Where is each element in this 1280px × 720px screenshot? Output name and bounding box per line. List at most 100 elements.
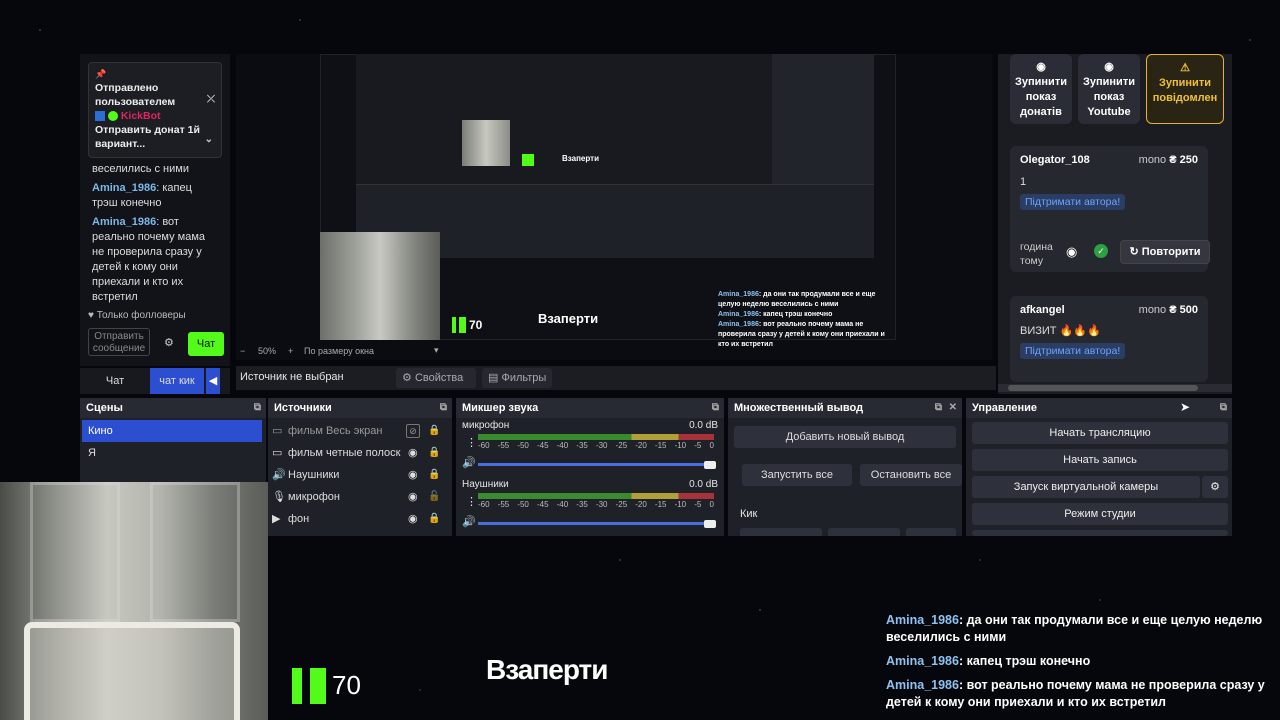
lock-icon[interactable]: 🔒 (428, 442, 440, 464)
channel-db: 0.0 dB (689, 420, 718, 431)
donation-card: Olegator_108 mono ₴ 250 1 Підтримати авт… (1010, 146, 1210, 272)
overlay-chat-message: Amina_1986: да они так продумали все и е… (886, 613, 1263, 644)
zoom-out-icon[interactable]: − (240, 346, 245, 356)
pin-icon: 📌 (95, 69, 107, 79)
donations-panel: ◉ Зупинити показ донатів ◉ Зупинити пока… (998, 54, 1232, 394)
eye-icon[interactable]: ◉ (408, 508, 418, 530)
speaker-icon[interactable]: 🔊 (462, 456, 476, 469)
multiple-output-dock: Множественный вывод ⧉ ✕ Добавить новый в… (728, 398, 962, 536)
sources-dock: Источники ⧉ ▭ фильм Весь экран ⊘ 🔒 ▭ фильм … (268, 398, 452, 536)
eye-icon[interactable]: ◉ (408, 486, 418, 508)
audio-mixer-dock: Микшер звука ⧉ микрофон 0.0 dB ⋮ -60 -55 -5… (456, 398, 724, 536)
preview-kick-count: 70 (469, 318, 483, 332)
kebab-menu-icon[interactable]: ⋮ (466, 436, 477, 449)
zoom-in-icon[interactable]: + (288, 346, 293, 356)
slider-handle[interactable] (704, 461, 716, 469)
speaker-icon[interactable]: 🔊 (462, 515, 476, 528)
start-all-button[interactable]: Запустить все (742, 464, 852, 486)
volume-slider[interactable] (478, 463, 714, 466)
unpin-icon[interactable]: ⤫ (207, 93, 215, 107)
close-icon[interactable]: ✕ (949, 398, 957, 418)
popout-icon[interactable]: ⧉ (254, 398, 261, 418)
chat-input[interactable]: Отправить сообщение (88, 328, 150, 356)
horizontal-scrollbar[interactable] (998, 384, 1232, 392)
pinned-message[interactable]: 📌 Отправлено пользователем KickBot Отпра… (88, 62, 222, 158)
output-start-button[interactable] (740, 528, 822, 536)
volume-slider[interactable] (478, 522, 714, 525)
gear-icon[interactable]: ⚙ (1202, 476, 1228, 498)
eye-icon[interactable]: ◉ (408, 442, 418, 464)
start-record-button[interactable]: Начать запись (972, 449, 1228, 471)
mixer-title: Микшер звука ⧉ (456, 398, 724, 418)
settings-button[interactable] (972, 530, 1228, 536)
lock-icon[interactable]: 🔒 (428, 420, 440, 442)
webcam-feed (0, 482, 268, 720)
studio-mode-button[interactable]: Режим студии (972, 503, 1228, 525)
popout-icon[interactable]: ⧉ (712, 398, 719, 418)
caret-down-icon[interactable]: ▾ (434, 345, 439, 356)
donation-amount: mono ₴ 500 (1138, 304, 1198, 316)
stop-circle-icon: ◉ (1036, 61, 1046, 73)
tab-chat[interactable]: Чат (80, 368, 150, 394)
play-icon: ▶ (272, 513, 281, 525)
source-item[interactable]: ▭ фильм Весь экран ⊘ 🔒 (272, 420, 448, 442)
pinned-text: Отправить донат 1й вариант... (95, 124, 200, 150)
source-item[interactable]: ▭ фильм четные полоск ◉ 🔒 (272, 442, 448, 464)
no-source-label: Источник не выбран (240, 371, 344, 383)
kick-logo-icon (452, 317, 466, 333)
support-author-link[interactable]: Підтримати автора! (1020, 194, 1126, 210)
monitor-icon: ▭ (272, 425, 283, 437)
filters-button[interactable]: ▤ Фильтры (482, 368, 552, 388)
popout-icon[interactable]: ⧉ (935, 398, 942, 418)
stop-notifications-button[interactable]: ⚠ Зупинити повідомлен (1146, 54, 1224, 124)
controls-title: Управление ⧉ (966, 398, 1232, 418)
volume-meter (478, 434, 714, 440)
slider-handle[interactable] (704, 520, 716, 528)
eye-icon[interactable]: ◉ (1066, 244, 1077, 260)
stop-donations-button[interactable]: ◉ Зупинити показ донатів (1010, 54, 1072, 124)
channel-name: Наушники (462, 479, 509, 490)
zoom-fit-select[interactable]: По размеру окна (304, 346, 374, 356)
virtual-camera-button[interactable]: Запуск виртуальной камеры (972, 476, 1200, 498)
stop-all-button[interactable]: Остановить все (860, 464, 962, 486)
verified-icon (107, 111, 118, 122)
lock-icon[interactable]: 🔒 (428, 508, 440, 530)
source-item[interactable]: 🎙 микрофон ◉ 🔓 (272, 486, 448, 508)
add-output-button[interactable]: Добавить новый вывод (734, 426, 956, 448)
stop-circle-icon: ◉ (1104, 61, 1114, 73)
chat-message: Amina_1986: вот реально почему мама не п… (92, 216, 206, 303)
scenes-dock: Сцены ⧉ Кино Я (80, 398, 266, 482)
start-stream-button[interactable]: Начать трансляцию (972, 422, 1228, 444)
overlay-chat-message: Amina_1986: капец трэш конечно (886, 654, 1091, 668)
support-author-link[interactable]: Підтримати автора! (1020, 343, 1126, 359)
send-chat-button[interactable]: Чат (188, 332, 224, 356)
popout-icon[interactable]: ⧉ (1220, 398, 1227, 418)
scene-item-ya[interactable]: Я (82, 442, 262, 464)
source-item[interactable]: 🔊 Наушники ◉ 🔒 (272, 464, 448, 486)
eye-hidden-icon[interactable]: ⊘ (406, 424, 420, 438)
unlock-icon[interactable]: 🔓 (428, 486, 440, 508)
output-settings-button[interactable] (906, 528, 956, 536)
scene-item-kino[interactable]: Кино (82, 420, 262, 442)
lock-icon[interactable]: 🔒 (428, 464, 440, 486)
zoom-level: 50% (258, 346, 277, 356)
kebab-menu-icon[interactable]: ⋮ (466, 495, 477, 508)
monitor-icon: ▭ (272, 447, 283, 459)
pinned-sent-label: Отправлено пользователем (95, 82, 176, 108)
chevron-down-icon[interactable]: ⌄ (205, 133, 213, 147)
gear-icon[interactable]: ⚙ (164, 336, 174, 349)
chevron-left-icon[interactable]: ◀ (206, 368, 220, 394)
eye-icon[interactable]: ◉ (408, 464, 418, 486)
microphone-icon: 🎙 (272, 491, 286, 503)
properties-button[interactable]: ⚙ Свойства (396, 368, 476, 388)
output-stop-button[interactable] (828, 528, 900, 536)
multi-output-title: Множественный вывод ⧉ ✕ (728, 398, 962, 418)
repeat-button[interactable]: ↻ Повторити (1120, 240, 1210, 264)
chat-tabs: Чат чат кик ◀ (80, 368, 230, 394)
stop-youtube-button[interactable]: ◉ Зупинити показ Youtube (1078, 54, 1140, 124)
check-icon[interactable]: ✓ (1094, 244, 1108, 258)
popout-icon[interactable]: ⧉ (440, 398, 447, 418)
tab-kick-chat[interactable]: чат кик (150, 368, 204, 394)
sources-title: Источники ⧉ (268, 398, 452, 418)
source-item[interactable]: ▶ фон ◉ 🔒 (272, 508, 448, 530)
